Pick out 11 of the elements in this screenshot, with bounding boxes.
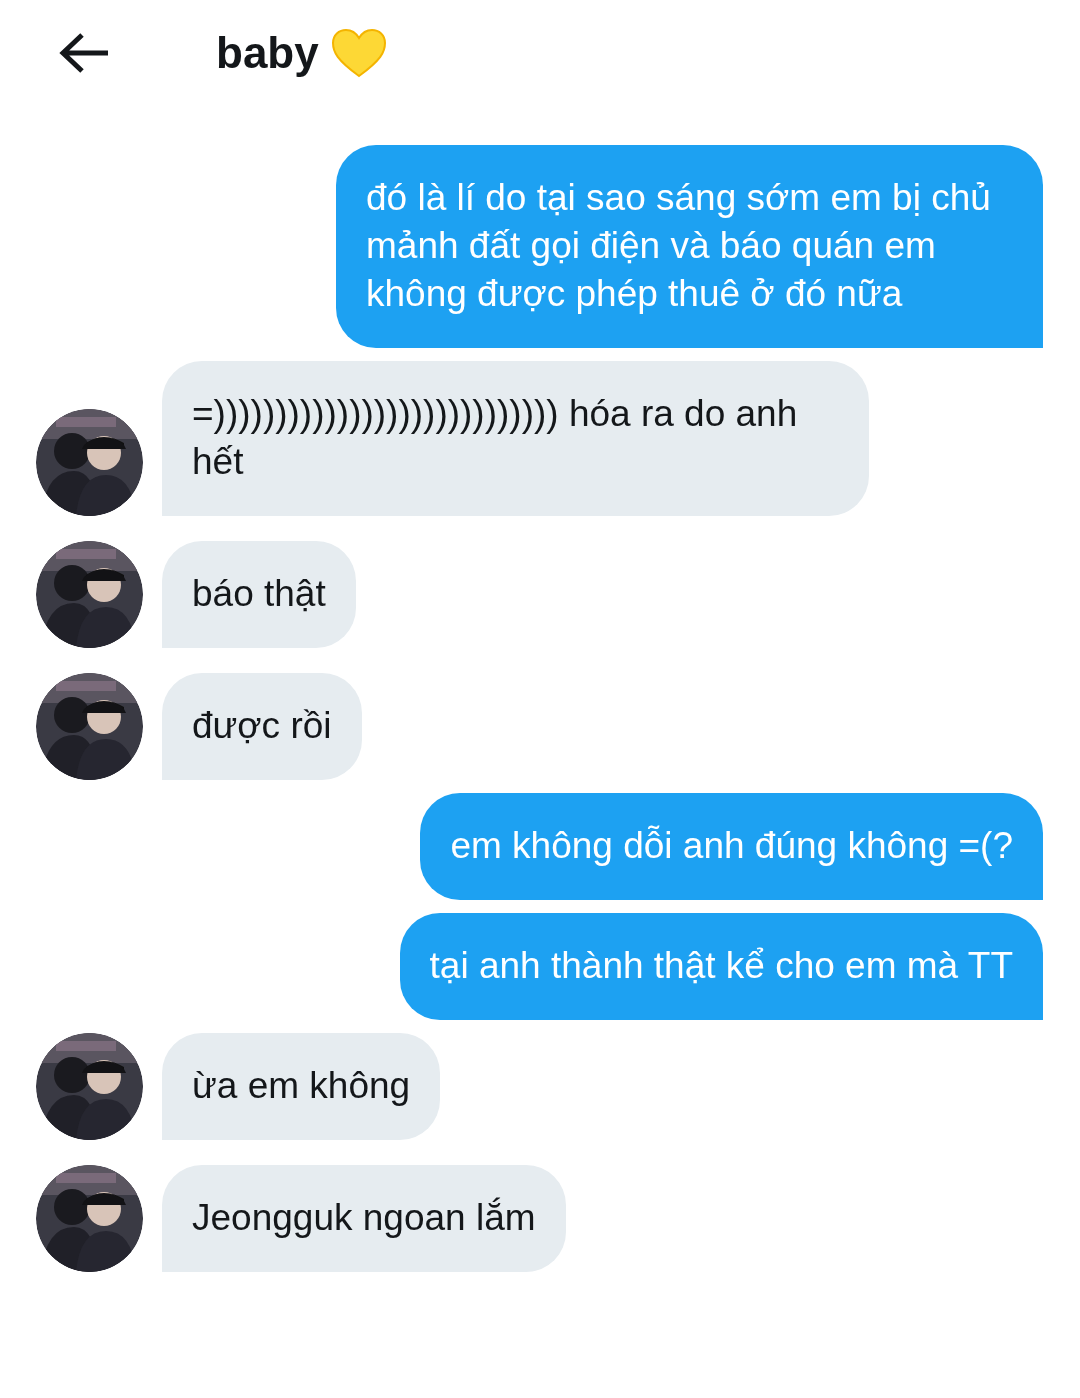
- heart-icon: [330, 27, 387, 78]
- back-icon[interactable]: [58, 30, 110, 75]
- received-message: báo thật: [162, 541, 356, 648]
- received-message: Jeongguk ngoan lắm: [162, 1165, 566, 1272]
- received-message: =)))))))))))))))))))))))))))) hóa ra do anh hết: [162, 361, 869, 516]
- chat-title: baby: [216, 27, 319, 78]
- sent-message: em không dỗi anh đúng không =(?: [420, 793, 1043, 900]
- received-message: được rồi: [162, 673, 362, 780]
- received-message: ừa em không: [162, 1033, 441, 1140]
- sent-message: đó là lí do tại sao sáng sớm em bị chủ mảnh đất gọi điện và báo quán em không được phép thuê ở đó nữa: [336, 145, 1043, 348]
- sent-message: tại anh thành thật kể cho em mà TT: [399, 913, 1043, 1020]
